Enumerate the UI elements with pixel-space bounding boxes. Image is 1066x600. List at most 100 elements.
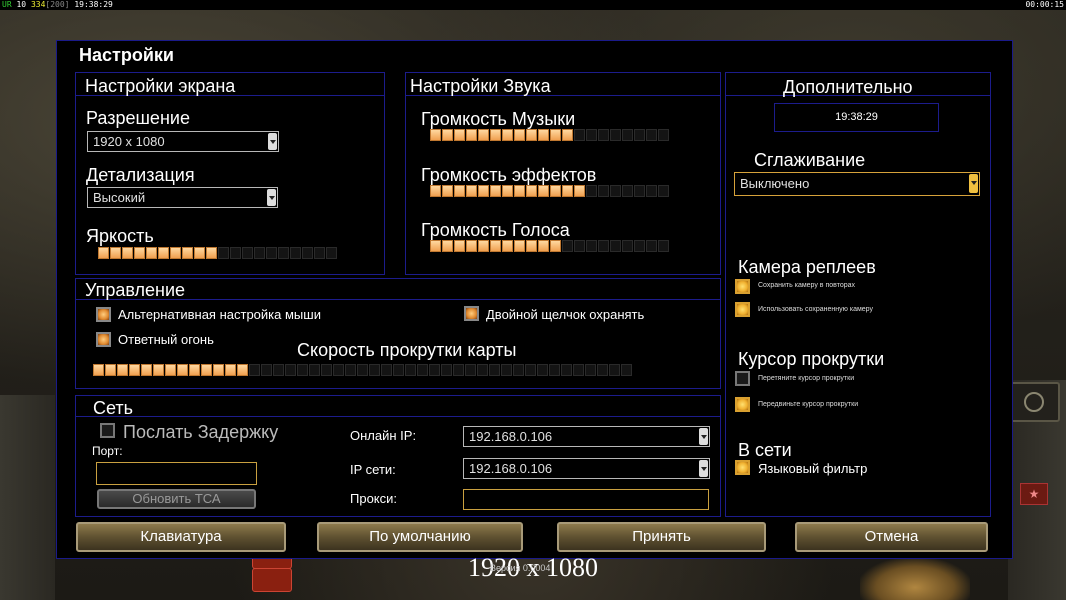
antialias-dropdown[interactable]: Выключено	[734, 172, 980, 196]
voice-volume-slider[interactable]	[430, 240, 669, 252]
slider-segment[interactable]	[490, 129, 501, 141]
slider-segment[interactable]	[357, 364, 368, 376]
slider-segment[interactable]	[134, 247, 145, 259]
slider-segment[interactable]	[574, 240, 585, 252]
slider-segment[interactable]	[146, 247, 157, 259]
slider-segment[interactable]	[345, 364, 356, 376]
online-ip-dropdown[interactable]: 192.168.0.106	[463, 426, 710, 447]
slider-segment[interactable]	[537, 364, 548, 376]
proxy-input[interactable]	[463, 489, 709, 510]
slider-segment[interactable]	[598, 185, 609, 197]
slider-segment[interactable]	[514, 240, 525, 252]
slider-segment[interactable]	[249, 364, 260, 376]
slider-segment[interactable]	[609, 364, 620, 376]
slider-segment[interactable]	[574, 129, 585, 141]
slider-segment[interactable]	[622, 129, 633, 141]
slider-segment[interactable]	[489, 364, 500, 376]
slider-segment[interactable]	[237, 364, 248, 376]
slider-segment[interactable]	[658, 129, 669, 141]
slider-segment[interactable]	[218, 247, 229, 259]
slider-segment[interactable]	[153, 364, 164, 376]
slider-segment[interactable]	[658, 240, 669, 252]
slider-segment[interactable]	[290, 247, 301, 259]
slider-segment[interactable]	[622, 185, 633, 197]
slider-segment[interactable]	[165, 364, 176, 376]
scroll-speed-slider[interactable]	[93, 364, 632, 376]
slider-segment[interactable]	[513, 364, 524, 376]
slider-segment[interactable]	[526, 185, 537, 197]
slider-segment[interactable]	[122, 247, 133, 259]
slider-segment[interactable]	[549, 364, 560, 376]
slider-segment[interactable]	[658, 185, 669, 197]
slider-segment[interactable]	[141, 364, 152, 376]
slider-segment[interactable]	[454, 129, 465, 141]
slider-segment[interactable]	[430, 129, 441, 141]
scroll-cursor-move-checkbox[interactable]	[735, 397, 750, 412]
slider-segment[interactable]	[369, 364, 380, 376]
slider-segment[interactable]	[381, 364, 392, 376]
slider-segment[interactable]	[597, 364, 608, 376]
return-fire-checkbox[interactable]	[96, 332, 111, 347]
accept-button[interactable]: Принять	[557, 522, 766, 552]
slider-segment[interactable]	[501, 364, 512, 376]
slider-segment[interactable]	[514, 129, 525, 141]
slider-segment[interactable]	[189, 364, 200, 376]
slider-segment[interactable]	[573, 364, 584, 376]
detail-dropdown[interactable]: Высокий	[87, 187, 278, 208]
slider-segment[interactable]	[502, 185, 513, 197]
replay-save-checkbox[interactable]	[735, 279, 750, 294]
slider-segment[interactable]	[129, 364, 140, 376]
slider-segment[interactable]	[442, 185, 453, 197]
double-click-checkbox[interactable]	[464, 306, 479, 321]
slider-segment[interactable]	[525, 364, 536, 376]
slider-segment[interactable]	[442, 240, 453, 252]
slider-segment[interactable]	[326, 247, 337, 259]
cancel-button[interactable]: Отмена	[795, 522, 988, 552]
slider-segment[interactable]	[466, 240, 477, 252]
slider-segment[interactable]	[514, 185, 525, 197]
slider-segment[interactable]	[478, 240, 489, 252]
slider-segment[interactable]	[170, 247, 181, 259]
slider-segment[interactable]	[273, 364, 284, 376]
slider-segment[interactable]	[454, 185, 465, 197]
lang-filter-checkbox[interactable]	[735, 460, 750, 475]
slider-segment[interactable]	[634, 185, 645, 197]
slider-segment[interactable]	[610, 240, 621, 252]
scroll-cursor-drag-checkbox[interactable]	[735, 371, 750, 386]
slider-segment[interactable]	[333, 364, 344, 376]
slider-segment[interactable]	[441, 364, 452, 376]
slider-segment[interactable]	[453, 364, 464, 376]
slider-segment[interactable]	[550, 129, 561, 141]
slider-segment[interactable]	[278, 247, 289, 259]
slider-segment[interactable]	[538, 185, 549, 197]
lan-ip-dropdown[interactable]: 192.168.0.106	[463, 458, 710, 479]
slider-segment[interactable]	[309, 364, 320, 376]
slider-segment[interactable]	[561, 364, 572, 376]
slider-segment[interactable]	[634, 240, 645, 252]
slider-segment[interactable]	[550, 185, 561, 197]
slider-segment[interactable]	[206, 247, 217, 259]
slider-segment[interactable]	[610, 185, 621, 197]
slider-segment[interactable]	[562, 185, 573, 197]
resolution-dropdown[interactable]: 1920 x 1080	[87, 131, 279, 152]
slider-segment[interactable]	[502, 240, 513, 252]
slider-segment[interactable]	[201, 364, 212, 376]
slider-segment[interactable]	[646, 129, 657, 141]
slider-segment[interactable]	[230, 247, 241, 259]
slider-segment[interactable]	[314, 247, 325, 259]
brightness-slider[interactable]	[98, 247, 337, 259]
slider-segment[interactable]	[585, 364, 596, 376]
slider-segment[interactable]	[285, 364, 296, 376]
slider-segment[interactable]	[538, 129, 549, 141]
slider-segment[interactable]	[478, 185, 489, 197]
keyboard-button[interactable]: Клавиатура	[76, 522, 286, 552]
alt-mouse-checkbox[interactable]	[96, 307, 111, 322]
slider-segment[interactable]	[430, 185, 441, 197]
slider-segment[interactable]	[465, 364, 476, 376]
slider-segment[interactable]	[586, 240, 597, 252]
slider-segment[interactable]	[194, 247, 205, 259]
slider-segment[interactable]	[429, 364, 440, 376]
slider-segment[interactable]	[610, 129, 621, 141]
slider-segment[interactable]	[538, 240, 549, 252]
slider-segment[interactable]	[466, 129, 477, 141]
